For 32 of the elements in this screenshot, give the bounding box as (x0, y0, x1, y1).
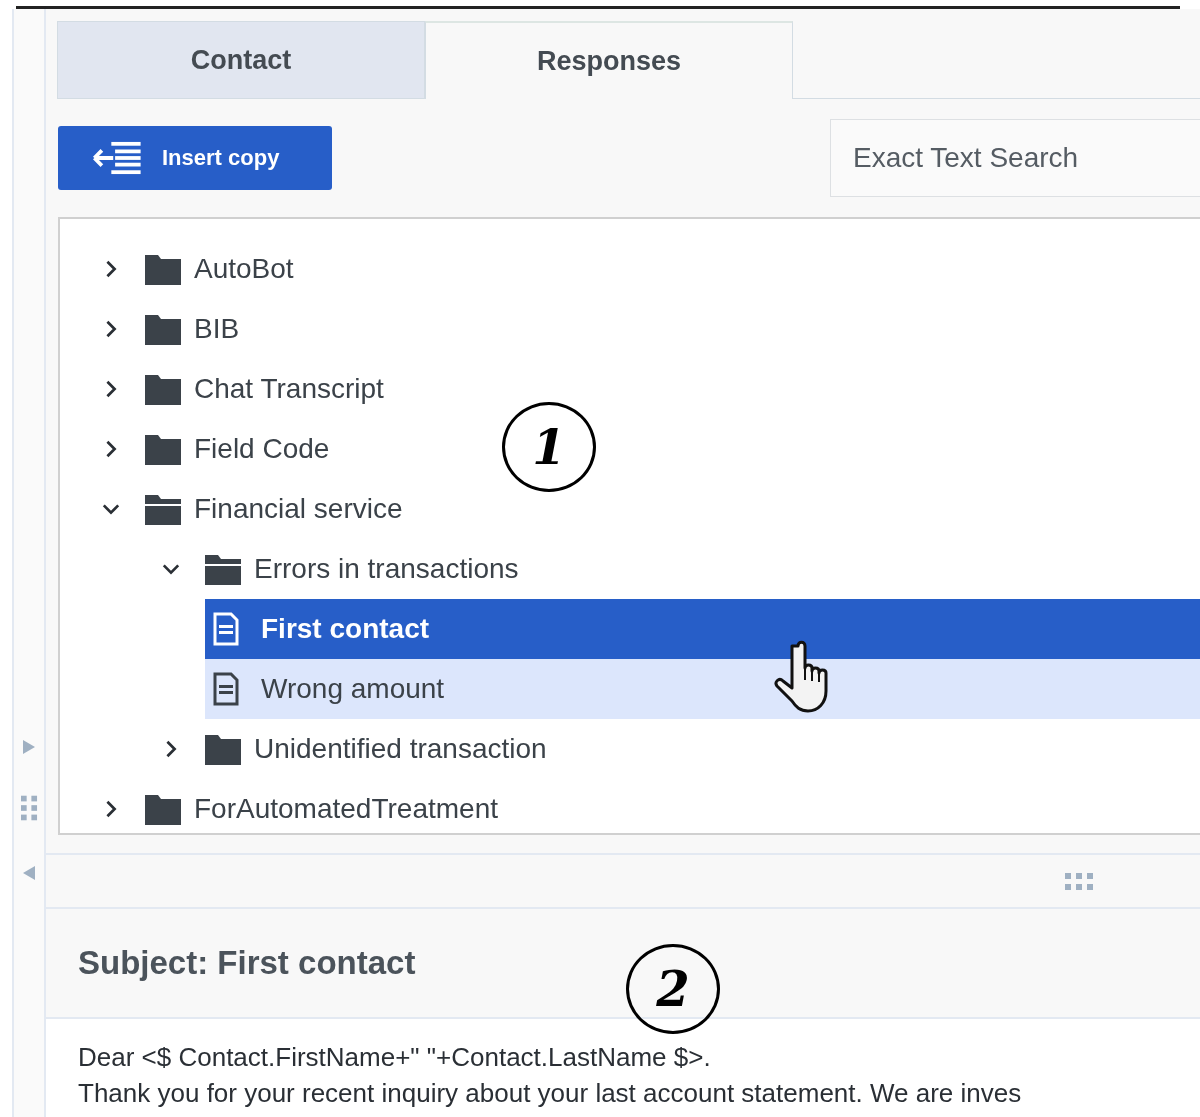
open-folder-icon (144, 492, 182, 526)
folder-icon (204, 732, 242, 766)
folder-name[interactable]: Errors in transactions (254, 553, 519, 585)
folder-name[interactable]: Unidentified transaction (254, 733, 547, 765)
subject-heading: Subject: First contact (78, 944, 416, 982)
insert-copy-button[interactable]: Insert copy (58, 126, 332, 190)
folder-icon (144, 432, 182, 466)
search-field[interactable]: Exact Text Search (830, 119, 1200, 197)
insert-list-icon (92, 141, 142, 175)
callout-number: 1 (502, 402, 596, 492)
open-folder-icon (204, 552, 242, 586)
folder-icon (144, 792, 182, 826)
folder-name[interactable]: ForAutomatedTreatment (194, 793, 498, 825)
folder-name[interactable]: BIB (194, 313, 240, 345)
drag-handle-icon[interactable] (20, 795, 38, 821)
folder-icon (144, 312, 182, 346)
message-text: Dear <$ Contact.FirstName+" "+Contact.LastName $>. (78, 1041, 712, 1074)
document-icon (213, 672, 239, 706)
callout-number: 2 (626, 944, 720, 1034)
folder-name[interactable]: Field Code (194, 433, 330, 465)
drag-handle-icon[interactable] (1065, 872, 1093, 890)
tree-item[interactable]: Wrong amount (205, 659, 1200, 719)
tree-item[interactable]: First contact (205, 599, 1200, 659)
tab[interactable]: Contact (57, 21, 425, 99)
tab[interactable]: Responses (425, 21, 793, 99)
folder-name[interactable]: Chat Transcript (194, 373, 384, 405)
folder-name[interactable]: AutoBot (194, 253, 294, 285)
folder-name[interactable]: Financial service (194, 493, 403, 525)
folder-icon (144, 372, 182, 406)
document-icon (213, 612, 239, 646)
folder-icon (144, 252, 182, 286)
message-text: Thank you for your recent inquiry about your last account statement. We are inves (78, 1077, 1023, 1110)
